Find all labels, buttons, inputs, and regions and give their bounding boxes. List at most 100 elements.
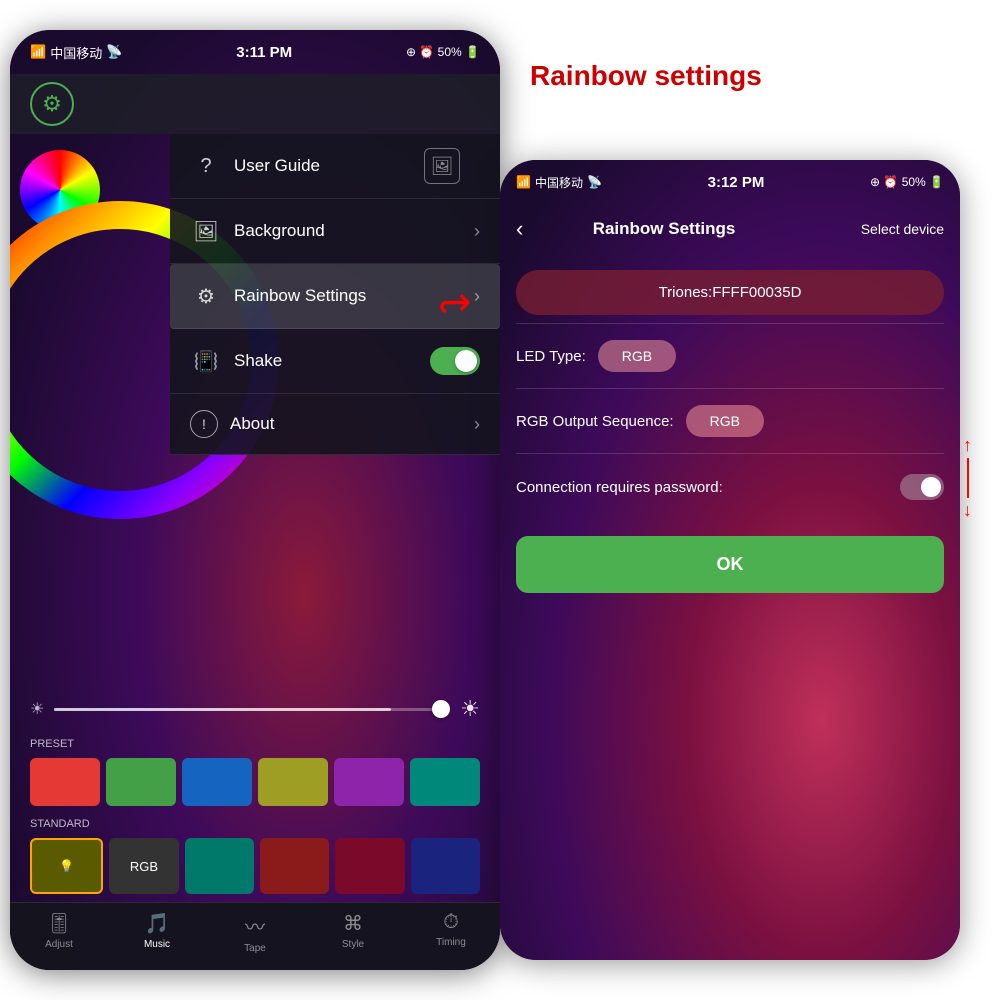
signal-icon: 📶 xyxy=(30,44,46,60)
rgb-output-value[interactable]: RGB xyxy=(686,405,764,437)
rainbow-settings-icon: ⚙ xyxy=(190,280,222,312)
standard-dark-red-1[interactable] xyxy=(260,838,329,894)
brightness-min-icon: ☀ xyxy=(30,699,44,719)
brightness-fill xyxy=(54,708,391,711)
battery-right: ⊕ ⏰ 50% 🔋 xyxy=(870,175,944,189)
swatch-red[interactable] xyxy=(30,758,100,806)
double-arrow-indicator: ↑ ↓ xyxy=(963,435,972,521)
page-title: Rainbow settings xyxy=(530,60,762,92)
phone-bottom: ☀ ☀ PRESET STANDARD xyxy=(10,684,500,970)
battery-icons-left: ⊕ ⏰ 50% 🔋 xyxy=(406,45,480,59)
phone-left: 📶 中国移动 📡 3:11 PM ⊕ ⏰ 50% 🔋 ⚙ xyxy=(10,30,500,970)
standard-label: STANDARD xyxy=(10,814,500,834)
adjust-icon: 🎚 xyxy=(46,911,71,936)
rgb-output-label: RGB Output Sequence: xyxy=(516,413,674,430)
status-bar-right: 📶 中国移动 📡 3:12 PM ⊕ ⏰ 50% 🔋 xyxy=(500,160,960,204)
swatch-blue[interactable] xyxy=(182,758,252,806)
preset-swatches xyxy=(10,754,500,814)
shake-toggle[interactable] xyxy=(430,347,480,375)
rgb-output-row: RGB Output Sequence: RGB xyxy=(516,393,944,449)
toggle-knob xyxy=(455,350,477,372)
wifi-icon-left: 📡 xyxy=(106,44,122,60)
menu-item-shake[interactable]: 📳 Shake xyxy=(170,329,500,394)
swatch-yellow[interactable] xyxy=(258,758,328,806)
phone-right: 📶 中国移动 📡 3:12 PM ⊕ ⏰ 50% 🔋 ‹ Rainbow Set… xyxy=(500,160,960,960)
standard-teal[interactable] xyxy=(185,838,254,894)
swatch-green[interactable] xyxy=(106,758,176,806)
carrier-left: 📶 中国移动 📡 xyxy=(30,43,122,62)
time-left: 3:11 PM xyxy=(236,44,292,61)
timing-icon: ⏱ xyxy=(443,911,459,934)
device-name-text: Triones:FFFF00035D xyxy=(659,284,802,301)
nav-adjust[interactable]: 🎚 Adjust xyxy=(10,911,108,954)
arrow-rainbow: › xyxy=(474,286,480,307)
brightness-thumb xyxy=(432,700,450,718)
standard-rgb[interactable]: RGB xyxy=(109,838,178,894)
time-right: 3:12 PM xyxy=(708,174,765,191)
password-toggle-knob xyxy=(921,477,941,497)
standard-dark-blue[interactable] xyxy=(411,838,480,894)
status-right-left: ⊕ ⏰ 50% 🔋 xyxy=(406,45,480,59)
nav-tape-label: Tape xyxy=(244,943,266,954)
menu-item-about[interactable]: ! About › xyxy=(170,394,500,455)
brightness-row: ☀ ☀ xyxy=(10,684,500,734)
password-label: Connection requires password: xyxy=(516,479,900,496)
music-icon: 🎵 xyxy=(145,911,170,936)
status-bar-left: 📶 中国移动 📡 3:11 PM ⊕ ⏰ 50% 🔋 xyxy=(10,30,500,74)
arrow-background: › xyxy=(474,221,480,242)
menu-label-shake: Shake xyxy=(234,351,282,371)
swatch-teal[interactable] xyxy=(410,758,480,806)
settings-content: Triones:FFFF00035D LED Type: RGB RGB Out… xyxy=(500,254,960,609)
standard-bulb[interactable]: 💡 xyxy=(30,838,103,894)
password-row: Connection requires password: xyxy=(516,458,944,516)
menu-label-about: About xyxy=(230,414,274,434)
shake-icon: 📳 xyxy=(190,345,222,377)
password-toggle[interactable] xyxy=(900,474,944,500)
swatch-purple[interactable] xyxy=(334,758,404,806)
tape-icon: 〰 xyxy=(245,911,265,940)
nav-timing-label: Timing xyxy=(436,937,466,948)
nav-adjust-label: Adjust xyxy=(45,939,73,950)
top-bar-left: ⚙ xyxy=(10,74,500,134)
nav-style-label: Style xyxy=(342,939,364,950)
nav-style[interactable]: ⌘ Style xyxy=(304,911,402,954)
image-icon: 🖼 xyxy=(424,148,460,184)
bottom-nav: 🎚 Adjust 🎵 Music 〰 Tape ⌘ Style ⏱ Ti xyxy=(10,902,500,970)
page-background: Rainbow settings 📶 中国移动 📡 3:11 PM ⊕ ⏰ 50… xyxy=(0,0,1000,1000)
led-type-label: LED Type: xyxy=(516,348,586,365)
top-nav-right: ‹ Rainbow Settings Select device xyxy=(500,204,960,254)
separator-2 xyxy=(516,388,944,389)
nav-music-label: Music xyxy=(144,939,170,950)
menu-item-background[interactable]: 🖼 Background › xyxy=(170,199,500,264)
device-name-pill[interactable]: Triones:FFFF00035D xyxy=(516,270,944,315)
menu-label-rainbow-settings: Rainbow Settings xyxy=(234,286,366,306)
arrow-about: › xyxy=(474,414,480,435)
standard-dark-red-2[interactable] xyxy=(335,838,404,894)
menu-item-user-guide[interactable]: ? User Guide 🖼 xyxy=(170,134,500,199)
gear-icon[interactable]: ⚙ xyxy=(30,82,74,126)
nav-music[interactable]: 🎵 Music xyxy=(108,911,206,954)
menu-label-background: Background xyxy=(234,221,325,241)
style-icon: ⌘ xyxy=(343,911,363,936)
led-type-value[interactable]: RGB xyxy=(598,340,676,372)
led-type-row: LED Type: RGB xyxy=(516,328,944,384)
nav-timing[interactable]: ⏱ Timing xyxy=(402,911,500,954)
wifi-icon-right: 📡 xyxy=(587,175,602,189)
separator-1 xyxy=(516,323,944,324)
annotation-arrow: ↩ xyxy=(438,280,472,326)
menu-label-user-guide: User Guide xyxy=(234,156,320,176)
signal-icon-right: 📶 xyxy=(516,175,531,189)
nav-tape[interactable]: 〰 Tape xyxy=(206,911,304,954)
about-icon: ! xyxy=(190,410,218,438)
preset-label: PRESET xyxy=(10,734,500,754)
question-icon: ? xyxy=(190,150,222,182)
carrier-right: 📶 中国移动 📡 xyxy=(516,174,602,191)
brightness-track[interactable] xyxy=(54,708,450,711)
nav-title-right: Rainbow Settings xyxy=(500,219,853,239)
brightness-max-icon: ☀ xyxy=(460,696,480,722)
select-device-button[interactable]: Select device xyxy=(861,221,944,237)
ok-button[interactable]: OK xyxy=(516,536,944,593)
standard-swatches: 💡 RGB xyxy=(10,834,500,902)
background-icon: 🖼 xyxy=(190,215,222,247)
separator-3 xyxy=(516,453,944,454)
